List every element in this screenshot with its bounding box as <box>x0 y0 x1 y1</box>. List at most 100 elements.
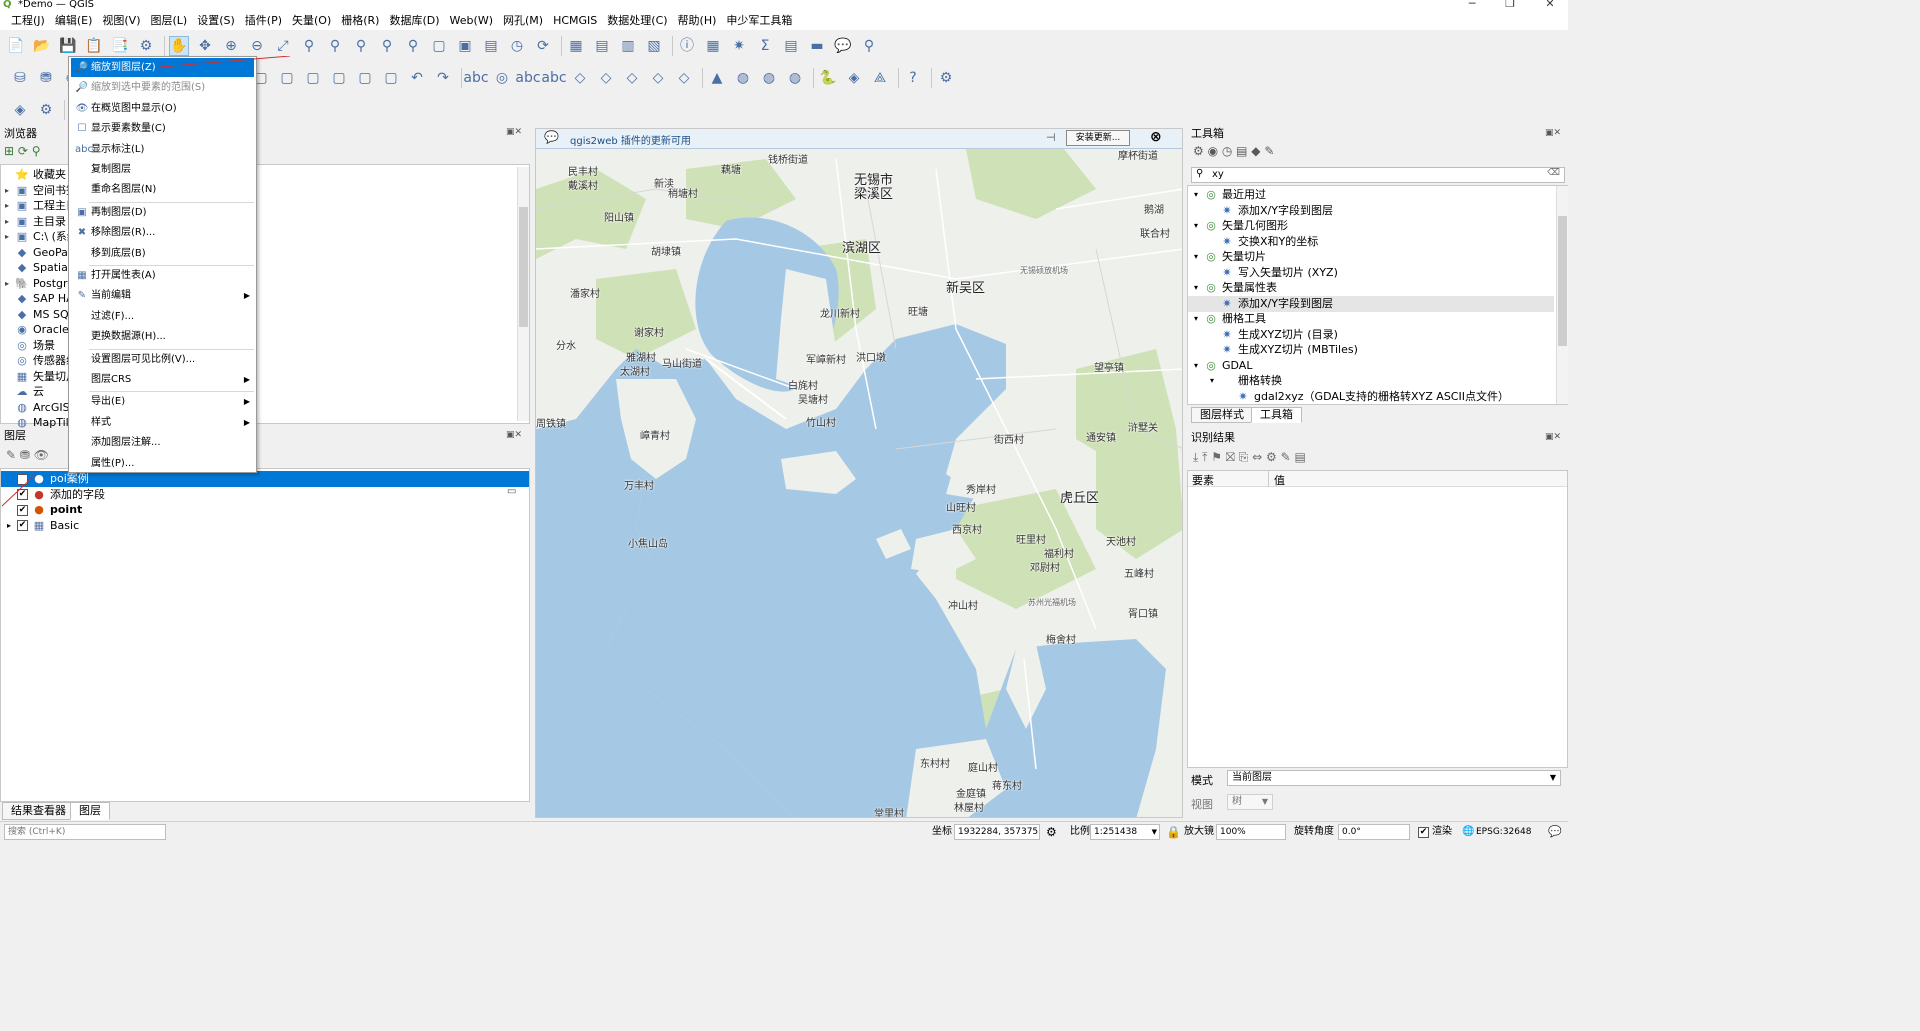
toolbox-group[interactable]: ▾ ◎ 矢量几何图形 <box>1188 218 1554 234</box>
toolbar-button-icon[interactable]: Σ <box>755 36 775 56</box>
toolbar-button-icon[interactable]: ⚲ <box>351 36 371 56</box>
toolbox-algorithm[interactable]: ✷ gdal2xyz（GDAL支持的栅格转XYZ ASCII点文件） <box>1188 389 1554 405</box>
menu-item[interactable]: 设置(S) <box>192 12 240 30</box>
view-select[interactable]: 树 ▼ <box>1227 794 1273 810</box>
toolbar-button-icon[interactable]: abc <box>541 68 566 88</box>
toolbar-button-icon[interactable]: abc <box>463 68 488 88</box>
toolbox-group[interactable]: ▾ ◎ 矢量切片 <box>1188 249 1554 265</box>
menu-item[interactable]: 数据库(D) <box>384 12 444 30</box>
toolbar-button-icon[interactable]: ▢ <box>381 68 401 88</box>
menu-item[interactable]: 数据处理(C) <box>602 12 672 30</box>
toolbar-button-icon[interactable]: ⊕ <box>221 36 241 56</box>
expand-arrow-icon[interactable]: ▾ <box>1194 187 1204 203</box>
messages-icon[interactable]: 💬 <box>1548 825 1562 839</box>
toolbar-button-icon[interactable]: ⚲ <box>299 36 319 56</box>
scrollbar-thumb[interactable] <box>1558 216 1567 346</box>
panel-float-close-icon[interactable]: ▣✕ <box>506 430 522 440</box>
toolbar-button-icon[interactable]: ▤ <box>781 36 801 56</box>
toolbox-tab[interactable]: 工具箱 <box>1251 407 1302 423</box>
toolbar-button-icon[interactable]: abc <box>515 68 540 88</box>
close-icon[interactable]: ✕ <box>1540 0 1560 10</box>
toolbar-button-icon[interactable]: 📄 <box>6 36 26 56</box>
toolbar-button-icon[interactable]: ⟳ <box>533 36 553 56</box>
toolbox-algorithm[interactable]: ✷ 添加X/Y字段到图层 <box>1188 203 1554 219</box>
toolbar-button-icon[interactable]: 📑 <box>110 36 130 56</box>
toolbar-button-icon[interactable]: ▢ <box>303 68 323 88</box>
render-checkbox[interactable]: ✔ <box>1418 827 1429 838</box>
toolbar-button-icon[interactable]: ⤢ <box>273 36 293 56</box>
menu-item[interactable]: HCMGIS <box>548 12 602 30</box>
toolbox-algorithm[interactable]: ▾ 栅格转换 <box>1188 373 1554 389</box>
menu-item[interactable]: 帮助(H) <box>673 12 722 30</box>
menu-item[interactable]: 视图(V) <box>97 12 145 30</box>
toolbar-button-icon[interactable]: ⚲ <box>325 36 345 56</box>
menu-item[interactable]: 工程(J) <box>6 12 50 30</box>
toolbar-button-icon[interactable]: ▣ <box>455 36 475 56</box>
crs-button[interactable]: EPSG:32648 <box>1476 825 1531 839</box>
menu-item[interactable]: 编辑(E) <box>50 12 98 30</box>
mode-select[interactable]: 当前图层 ▼ <box>1227 770 1561 786</box>
toolbar-button-icon[interactable]: ◇ <box>622 68 642 88</box>
map-canvas[interactable]: 无锡市 梁溪区 滨湖区 新吴区 虎丘区 钱桥街道 藕塘 民丰村 戴溪村 新渎 稍塘村 阳山镇 胡埭镇 潘家… <box>535 128 1183 818</box>
toolbar-button-icon[interactable]: ▤ <box>592 36 612 56</box>
expand-arrow-icon[interactable]: ▸ <box>7 518 17 534</box>
toolbox-tab[interactable]: 图层样式 <box>1191 407 1253 423</box>
coordinate-value[interactable]: 1932284, 3573751 <box>954 824 1040 840</box>
toolbar-button-icon[interactable]: ▤ <box>481 36 501 56</box>
toolbar-button-icon[interactable]: ⚲ <box>403 36 423 56</box>
toolbar-button-icon[interactable]: ✥ <box>195 36 215 56</box>
toolbar-button-icon[interactable]: 📋 <box>84 36 104 56</box>
bottom-tab[interactable]: 结果查看器 <box>2 802 75 820</box>
toolbar-button-icon[interactable]: ▢ <box>355 68 375 88</box>
toolbar-button-icon[interactable]: ▧ <box>644 36 664 56</box>
toolbox-scrollbar[interactable] <box>1556 186 1568 404</box>
expand-arrow-icon[interactable]: ▾ <box>1194 218 1204 234</box>
clear-search-icon[interactable]: ⌫ <box>1547 168 1560 178</box>
install-update-button[interactable]: 安装更新... <box>1066 130 1130 146</box>
toolbar-button-icon[interactable]: ▲ <box>707 68 727 88</box>
toolbar-button-icon[interactable]: ⚙ <box>936 68 956 88</box>
toolbar-button-icon[interactable]: ◇ <box>674 68 694 88</box>
layer-row[interactable]: ▸ ✔ ▦ Basic <box>1 518 529 534</box>
scale-select[interactable]: 1:251438 ▼ <box>1090 824 1160 840</box>
toolbar-button-icon[interactable]: ◎ <box>492 68 512 88</box>
toolbar-button-icon[interactable]: ⚲ <box>859 36 879 56</box>
bottom-tab[interactable]: 图层 <box>70 802 110 820</box>
minimize-icon[interactable]: ─ <box>1462 0 1482 10</box>
toolbar-button-icon[interactable]: ◇ <box>596 68 616 88</box>
toolbox-search-input[interactable]: ⚲ xy ⌫ <box>1191 167 1565 183</box>
toolbox-group[interactable]: ▾ ◎ 矢量属性表 <box>1188 280 1554 296</box>
expand-arrow-icon[interactable]: ▾ <box>1194 249 1204 265</box>
toolbar-button-icon[interactable]: 💾 <box>58 36 78 56</box>
toolbar-button-icon[interactable]: ▢ <box>429 36 449 56</box>
rotation-value[interactable]: 0.0° <box>1338 824 1410 840</box>
toolbox-tool-icons[interactable]: ⚙ ◉ ◷ ▤ ◆ ✎ <box>1193 144 1333 162</box>
toolbar-button-icon[interactable]: ? <box>903 68 923 88</box>
toolbar-button-icon[interactable]: ⚲ <box>377 36 397 56</box>
identify-tool-icons[interactable]: ⤓ ⤒ ⚑ ⛝ ⎘ ⇔ ⚙ ✎ ▤ <box>1193 450 1433 468</box>
menu-item[interactable]: 网孔(M) <box>498 12 548 30</box>
panel-float-close-icon[interactable]: ▣✕ <box>1545 128 1561 138</box>
toolbar-button-icon[interactable]: ✷ <box>729 36 749 56</box>
expand-arrow-icon[interactable]: ▾ <box>1194 358 1204 374</box>
toolbar-button-icon[interactable]: ✋ <box>169 36 189 56</box>
close-notification-icon[interactable]: ⊗ <box>1150 129 1162 145</box>
lock-icon[interactable]: 🔒 <box>1166 825 1181 839</box>
toolbar-button-icon[interactable]: ◇ <box>648 68 668 88</box>
toolbar-button-icon[interactable]: ◍ <box>733 68 753 88</box>
panel-float-close-icon[interactable]: ▣✕ <box>1545 432 1561 442</box>
maximize-icon[interactable]: ❐ <box>1500 0 1520 10</box>
toolbar-button-icon[interactable]: ⓘ <box>677 36 697 56</box>
toolbar-button-icon[interactable]: ↶ <box>407 68 427 88</box>
panel-float-close-icon[interactable]: ▣✕ <box>506 127 522 137</box>
menu-item[interactable]: 插件(P) <box>240 12 287 30</box>
menu-item[interactable]: 图层(L) <box>145 12 192 30</box>
toolbar-button-icon[interactable]: ◍ <box>759 68 779 88</box>
toolbox-group[interactable]: ▾ ◎ GDAL <box>1188 358 1554 374</box>
toolbar-button-icon[interactable]: ◇ <box>570 68 590 88</box>
browser-scrollbar[interactable] <box>517 167 529 421</box>
toolbar-button-icon[interactable]: ◈ <box>844 68 864 88</box>
toolbar-button-icon[interactable]: ▬ <box>807 36 827 56</box>
toolbar-button-icon[interactable]: ▦ <box>703 36 723 56</box>
scrollbar-thumb[interactable] <box>519 207 528 327</box>
